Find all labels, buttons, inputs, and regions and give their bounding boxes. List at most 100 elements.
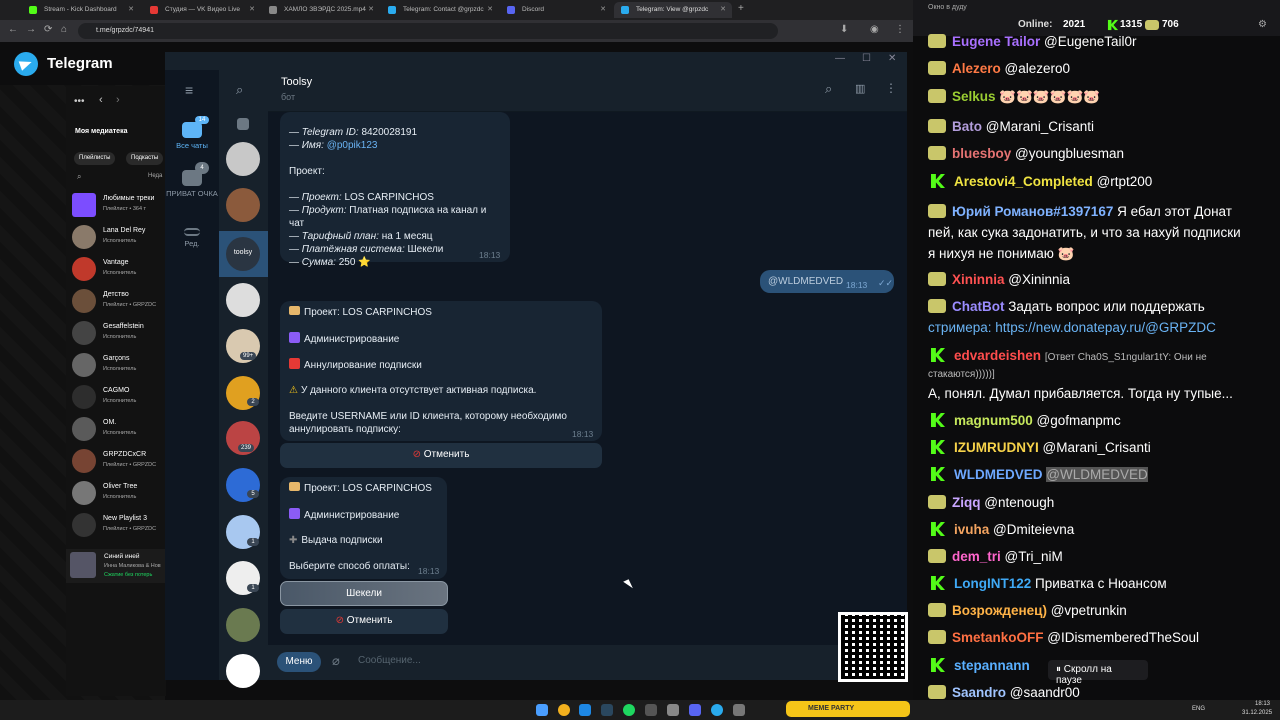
clock-date[interactable]: 31.12.2025 xyxy=(1242,710,1272,716)
menu-icon[interactable]: ≡ xyxy=(185,82,193,98)
chat-username[interactable]: dem_tri xyxy=(952,549,1001,564)
download-icon[interactable]: ⬇ xyxy=(840,24,848,35)
minimize-icon[interactable]: — xyxy=(835,53,845,64)
cancel-inline-button[interactable]: ⊘ Отменить xyxy=(280,609,448,634)
folder-private[interactable]: ПРИВАТ ОЧКА 4 xyxy=(165,162,219,199)
chat-username[interactable]: Юрий Романов#1397167 xyxy=(952,204,1113,219)
library-item[interactable]: Vantage Исполнитель xyxy=(72,255,166,283)
folder-all-chats[interactable]: Все чаты 14 xyxy=(165,116,219,150)
chat-username[interactable]: Selkus xyxy=(952,89,996,104)
chat-avatar[interactable] xyxy=(226,188,260,222)
chat-username[interactable]: Arestovi4_Completed xyxy=(954,174,1093,189)
more-icon[interactable]: ⋮ xyxy=(885,81,897,95)
obs-icon[interactable] xyxy=(645,704,657,716)
bot-menu-button[interactable]: Меню xyxy=(277,652,321,672)
tab-kick[interactable]: Stream - Kick Dashboard ✕ xyxy=(22,2,140,18)
library-item[interactable]: Любимые треки Плейлист • 364 т xyxy=(72,191,166,219)
library-item[interactable]: Gesaffelstein Исполнитель xyxy=(72,319,166,347)
library-item[interactable]: CAGMO Исполнитель xyxy=(72,383,166,411)
shekels-inline-button[interactable]: Шекели xyxy=(280,581,448,606)
spotify-icon[interactable] xyxy=(623,704,635,716)
username-link[interactable]: @p0pik123 xyxy=(327,140,378,151)
search-icon[interactable]: ⌕ xyxy=(236,82,243,98)
library-item[interactable]: Garçons Исполнитель xyxy=(72,351,166,379)
library-item[interactable]: Детство Плейлист • GRPZDC xyxy=(72,287,166,315)
chat-avatar[interactable] xyxy=(226,142,260,176)
discord-icon[interactable] xyxy=(689,704,701,716)
url-input[interactable]: t.me/grpzdc/74941 xyxy=(78,23,778,39)
telegram-icon[interactable] xyxy=(711,704,723,716)
tab-telegram-contact[interactable]: Telegram: Contact @grpzdc ✕ xyxy=(381,2,499,18)
chat-username[interactable]: ivuha xyxy=(954,522,989,537)
chat-username[interactable]: Eugene Tailor xyxy=(952,34,1040,49)
cancel-inline-button[interactable]: ⊘ Отменить xyxy=(280,443,602,468)
maximize-icon[interactable]: ☐ xyxy=(862,53,871,64)
app-icon[interactable] xyxy=(579,704,591,716)
message-input[interactable]: Сообщение... xyxy=(358,655,421,666)
chat-username[interactable]: bluesboy xyxy=(952,146,1011,161)
chat-username[interactable]: SmetankoOFF xyxy=(952,630,1044,645)
chat-username[interactable]: IZUMRUDNYI xyxy=(954,440,1039,455)
archive-icon[interactable] xyxy=(237,118,249,130)
chat-username[interactable]: Saandro xyxy=(952,685,1006,700)
folder-edit[interactable]: Ред. xyxy=(165,228,219,248)
chat-avatar[interactable] xyxy=(226,283,260,317)
language-indicator[interactable]: ENG xyxy=(1192,706,1205,712)
sidebar-toggle-icon[interactable]: ▥ xyxy=(855,82,865,95)
chat-username[interactable]: WLDMEDVED xyxy=(954,467,1043,482)
search-icon[interactable]: ⌕ xyxy=(77,172,81,182)
back-icon[interactable]: ‹ xyxy=(99,94,103,106)
chat-avatar[interactable] xyxy=(226,608,260,642)
close-icon[interactable]: ✕ xyxy=(249,5,255,13)
profile-icon[interactable]: ◉ xyxy=(870,24,879,35)
chat-avatar[interactable] xyxy=(226,654,260,688)
chat-title[interactable]: Toolsy xyxy=(281,76,312,88)
chip-podcasts[interactable]: Подкасты xyxy=(126,152,164,165)
close-icon[interactable]: ✕ xyxy=(600,5,606,13)
chat-username[interactable]: Bato xyxy=(952,119,982,134)
chat-username[interactable]: magnum500 xyxy=(954,413,1033,428)
forward-icon[interactable]: › xyxy=(116,94,120,106)
close-icon[interactable]: ✕ xyxy=(368,5,374,13)
tab-video[interactable]: ХАМЛО ЗВЭРДС 2025.mp4 ✕ xyxy=(262,2,380,18)
library-item[interactable]: GRPZDCxCR Плейлист • GRPZDC xyxy=(72,447,166,475)
library-item[interactable]: OM. Исполнитель xyxy=(72,415,166,443)
library-item[interactable]: Lana Del Rey Исполнитель xyxy=(72,223,166,251)
sort-label[interactable]: Неда xyxy=(148,173,162,179)
close-icon[interactable]: ✕ xyxy=(128,5,134,13)
chat-username[interactable]: Возрожденец) xyxy=(952,603,1047,618)
back-icon[interactable]: ← xyxy=(8,24,18,35)
attach-icon[interactable]: ⌀ xyxy=(332,653,340,669)
chat-username[interactable]: Ziqq xyxy=(952,495,981,510)
more-icon[interactable]: ••• xyxy=(74,96,85,107)
chat-username[interactable]: edvardeishen xyxy=(954,348,1041,363)
chip-playlists[interactable]: Плейлисты xyxy=(74,152,116,165)
windows-start-icon[interactable] xyxy=(536,704,548,716)
tab-vk[interactable]: Студия — VK Видео Live ✕ xyxy=(143,2,261,18)
chat-username[interactable]: ChatBot xyxy=(952,299,1005,314)
settings-icon[interactable]: ⚙ xyxy=(1258,19,1267,30)
tab-discord[interactable]: Discord ✕ xyxy=(500,2,612,18)
clock-time[interactable]: 18:13 xyxy=(1255,701,1270,707)
reload-icon[interactable]: ⟳ xyxy=(44,24,52,35)
chat-username[interactable]: stepannann xyxy=(954,658,1030,673)
menu-icon[interactable]: ⋮ xyxy=(895,24,905,35)
chat-username[interactable]: Xininnia xyxy=(952,272,1005,287)
steam-icon[interactable] xyxy=(601,704,613,716)
home-icon[interactable]: ⌂ xyxy=(61,24,67,35)
chrome-icon[interactable] xyxy=(558,704,570,716)
close-icon[interactable]: ✕ xyxy=(720,5,726,13)
library-item[interactable]: New Playlist 3 Плейлист • GRPZDC xyxy=(72,511,166,539)
new-tab-button[interactable]: + xyxy=(738,3,744,14)
search-icon[interactable]: ⌕ xyxy=(825,81,832,97)
tab-telegram-view[interactable]: Telegram: View @grpzdc ✕ xyxy=(614,2,732,18)
chat-username[interactable]: Alezero xyxy=(952,61,1001,76)
close-icon[interactable]: ✕ xyxy=(487,5,493,13)
forward-icon[interactable]: → xyxy=(26,24,36,35)
close-icon[interactable]: ✕ xyxy=(888,53,896,64)
now-playing[interactable]: Синий иней Инна Маликова & Нов Сжатие бе… xyxy=(66,549,166,583)
scroll-paused-button[interactable]: ⏸ Скролл на паузе xyxy=(1048,660,1148,686)
app-icon[interactable] xyxy=(733,704,745,716)
chat-avatar-selected[interactable]: toolsy xyxy=(219,231,268,277)
app-icon[interactable] xyxy=(667,704,679,716)
